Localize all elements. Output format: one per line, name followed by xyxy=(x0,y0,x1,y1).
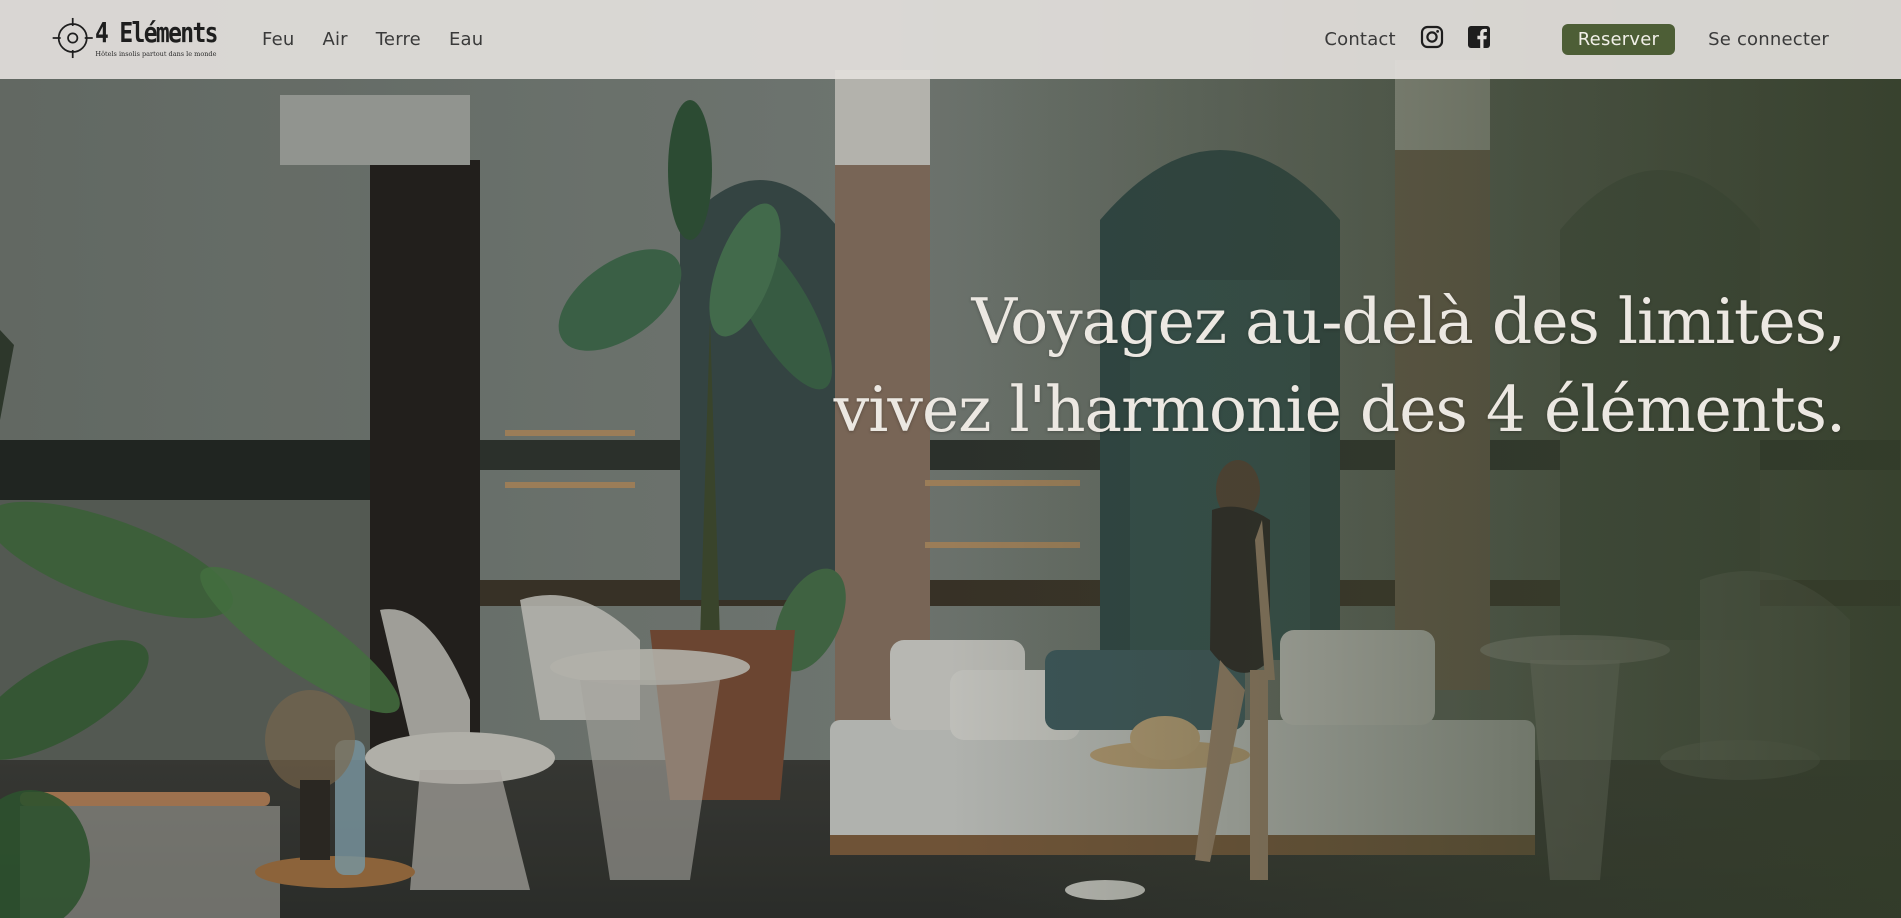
hero-background-image xyxy=(0,0,1901,918)
brand-text: 4 Eléments Hôtels insolis partout dans l… xyxy=(95,15,244,58)
login-link[interactable]: Se connecter xyxy=(1708,29,1829,50)
reserve-button[interactable]: Reserver xyxy=(1561,24,1676,55)
brand-name: 4 Eléments xyxy=(95,15,218,49)
nav-link-eau[interactable]: Eau xyxy=(449,29,483,50)
contact-link[interactable]: Contact xyxy=(1324,29,1395,50)
nav-link-terre[interactable]: Terre xyxy=(376,29,421,50)
page: 4 Eléments Hôtels insolis partout dans l… xyxy=(0,0,1901,918)
facebook-icon[interactable] xyxy=(1467,25,1491,49)
brand-logo[interactable]: 4 Eléments Hôtels insolis partout dans l… xyxy=(52,6,244,70)
hero-title-line-1: Voyagez au-delà des limites, xyxy=(971,285,1846,358)
header-actions: Contact Reserver Se connecter xyxy=(1324,0,1829,79)
nav-link-feu[interactable]: Feu xyxy=(262,29,294,50)
hero-title-line-2: vivez l'harmonie des 4 éléments. xyxy=(833,373,1846,446)
main-nav: Feu Air Terre Eau xyxy=(262,0,511,79)
crosshair-circle-icon xyxy=(52,17,93,59)
nav-link-air[interactable]: Air xyxy=(322,29,347,50)
instagram-icon[interactable] xyxy=(1420,25,1444,49)
brand-tagline: Hôtels insolis partout dans le monde xyxy=(95,49,217,58)
site-header: 4 Eléments Hôtels insolis partout dans l… xyxy=(0,0,1901,79)
hero-title: Voyagez au-delà des limites, vivez l'har… xyxy=(745,278,1846,454)
